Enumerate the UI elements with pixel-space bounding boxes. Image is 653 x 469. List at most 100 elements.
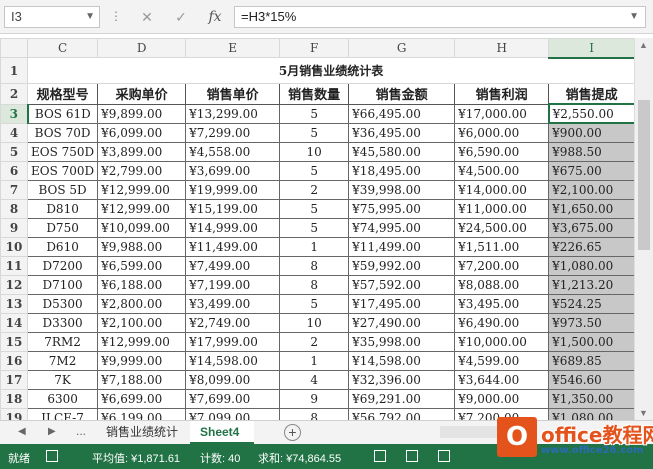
cell-sell[interactable]: ¥14,999.00 [185, 217, 281, 238]
cell-bonus[interactable]: ¥524.25 [548, 293, 636, 314]
enter-icon[interactable]: ✓ [168, 7, 194, 27]
cell-amount[interactable]: ¥74,995.00 [348, 217, 456, 238]
cell-qty[interactable]: 1 [279, 236, 350, 257]
more-sheets[interactable]: ... [76, 424, 86, 438]
cell-qty[interactable]: 10 [279, 312, 350, 333]
row-header[interactable]: 6 [0, 160, 28, 181]
cell-model[interactable]: 6300 [26, 388, 99, 409]
cell-qty[interactable]: 5 [279, 217, 350, 238]
row-header[interactable]: 14 [0, 312, 28, 333]
cell-buy[interactable]: ¥6,099.00 [97, 122, 187, 143]
chevron-down-icon[interactable]: ▼ [629, 7, 639, 27]
cell-amount[interactable]: ¥14,598.00 [348, 350, 456, 371]
cell-sell[interactable]: ¥13,299.00 [185, 103, 281, 124]
cell-qty[interactable]: 8 [279, 255, 350, 276]
row-header[interactable]: 16 [0, 350, 28, 371]
cell-profit[interactable]: ¥6,490.00 [454, 312, 550, 333]
cell-bonus[interactable]: ¥546.60 [548, 369, 636, 390]
cell-bonus[interactable]: ¥1,650.00 [548, 198, 636, 219]
cell-qty[interactable]: 2 [279, 331, 350, 352]
cell-model[interactable]: BOS 5D [26, 179, 99, 200]
cell-sell[interactable]: ¥7,699.00 [185, 388, 281, 409]
row-header[interactable]: 15 [0, 331, 28, 352]
cell-amount[interactable]: ¥11,499.00 [348, 236, 456, 257]
cell-profit[interactable]: ¥3,495.00 [454, 293, 550, 314]
cell-buy[interactable]: ¥2,100.00 [97, 312, 187, 333]
column-header-e[interactable]: E [185, 38, 281, 58]
select-all-corner[interactable] [0, 38, 28, 58]
row-header[interactable]: 4 [0, 122, 28, 143]
chevron-down-icon[interactable]: ▼ [85, 7, 95, 27]
row-header[interactable]: 3 [0, 103, 29, 124]
cell-bonus[interactable]: ¥1,080.00 [548, 255, 636, 276]
cell-model[interactable]: EOS 700D [26, 160, 99, 181]
cell-sell[interactable]: ¥2,749.00 [185, 312, 281, 333]
cell-bonus[interactable]: ¥3,675.00 [548, 217, 636, 238]
cell-qty[interactable]: 4 [279, 369, 350, 390]
column-header-h[interactable]: H [454, 38, 550, 58]
cell-amount[interactable]: ¥36,495.00 [348, 122, 456, 143]
tab-sheet4[interactable]: Sheet4 [190, 421, 254, 444]
field-header[interactable]: 销售单价 [185, 83, 281, 105]
cell-sell[interactable]: ¥8,099.00 [185, 369, 281, 390]
column-header-i[interactable]: I [548, 38, 636, 59]
field-header[interactable]: 销售利润 [454, 83, 550, 105]
cell-amount[interactable]: ¥17,495.00 [348, 293, 456, 314]
cell-buy[interactable]: ¥2,799.00 [97, 160, 187, 181]
cell-profit[interactable]: ¥6,590.00 [454, 141, 550, 162]
cell-qty[interactable]: 10 [279, 141, 350, 162]
cell-model[interactable]: D610 [26, 236, 99, 257]
cell-qty[interactable]: 8 [279, 274, 350, 295]
cell-model[interactable]: D5300 [26, 293, 99, 314]
cell-profit[interactable]: ¥8,088.00 [454, 274, 550, 295]
cell-amount[interactable]: ¥59,992.00 [348, 255, 456, 276]
cell-profit[interactable]: ¥10,000.00 [454, 331, 550, 352]
cell-amount[interactable]: ¥27,490.00 [348, 312, 456, 333]
cell-buy[interactable]: ¥3,899.00 [97, 141, 187, 162]
row-header[interactable]: 17 [0, 369, 28, 390]
scroll-up-icon[interactable]: ▲ [639, 40, 648, 50]
cell-buy[interactable]: ¥9,988.00 [97, 236, 187, 257]
cell-sell[interactable]: ¥3,699.00 [185, 160, 281, 181]
scroll-thumb[interactable] [638, 100, 650, 250]
more-options-icon[interactable]: ⋮ [110, 9, 122, 23]
cell-sell[interactable]: ¥14,598.00 [185, 350, 281, 371]
cell-amount[interactable]: ¥75,995.00 [348, 198, 456, 219]
cell-buy[interactable]: ¥2,800.00 [97, 293, 187, 314]
cell-amount[interactable]: ¥57,592.00 [348, 274, 456, 295]
column-header-d[interactable]: D [97, 38, 187, 58]
field-header[interactable]: 销售金额 [348, 83, 456, 105]
cell-qty[interactable]: 5 [279, 122, 350, 143]
cell-buy[interactable]: ¥12,999.00 [97, 179, 187, 200]
cell-buy[interactable]: ¥9,999.00 [97, 350, 187, 371]
cell-sell[interactable]: ¥15,199.00 [185, 198, 281, 219]
cell-amount[interactable]: ¥35,998.00 [348, 331, 456, 352]
column-header-f[interactable]: F [279, 38, 350, 58]
row-header-1[interactable]: 1 [0, 57, 28, 84]
cell-model[interactable]: 7K [26, 369, 99, 390]
cell-buy[interactable]: ¥7,188.00 [97, 369, 187, 390]
cell-profit[interactable]: ¥7,200.00 [454, 255, 550, 276]
row-header[interactable]: 7 [0, 179, 28, 200]
cell-model[interactable]: D810 [26, 198, 99, 219]
cell-buy[interactable]: ¥9,899.00 [97, 103, 187, 124]
cell-bonus[interactable]: ¥1,350.00 [548, 388, 636, 409]
cell-buy[interactable]: ¥6,188.00 [97, 274, 187, 295]
cell-sell[interactable]: ¥7,199.00 [185, 274, 281, 295]
name-box[interactable]: I3 ▼ [4, 6, 100, 28]
cell-sell[interactable]: ¥7,499.00 [185, 255, 281, 276]
cell-profit[interactable]: ¥1,511.00 [454, 236, 550, 257]
row-header[interactable]: 18 [0, 388, 28, 409]
cell-sell[interactable]: ¥7,299.00 [185, 122, 281, 143]
sheet-table[interactable]: C D E F G H I 1 5月销售业绩统计表 2 规格型号 采购单价 销售单价 销售数量 销售金额 销售… [0, 38, 636, 466]
prev-sheet-icon[interactable]: ◀ [18, 426, 26, 437]
cell-model[interactable]: BOS 70D [26, 122, 99, 143]
cancel-icon[interactable]: ✕ [134, 7, 160, 27]
cell-profit[interactable]: ¥9,000.00 [454, 388, 550, 409]
row-header[interactable]: 13 [0, 293, 28, 314]
cell-model[interactable]: BOS 61D [26, 103, 99, 124]
normal-view-icon[interactable] [374, 450, 386, 462]
page-break-icon[interactable] [438, 450, 450, 462]
cell-model[interactable]: D750 [26, 217, 99, 238]
cell-buy[interactable]: ¥10,099.00 [97, 217, 187, 238]
